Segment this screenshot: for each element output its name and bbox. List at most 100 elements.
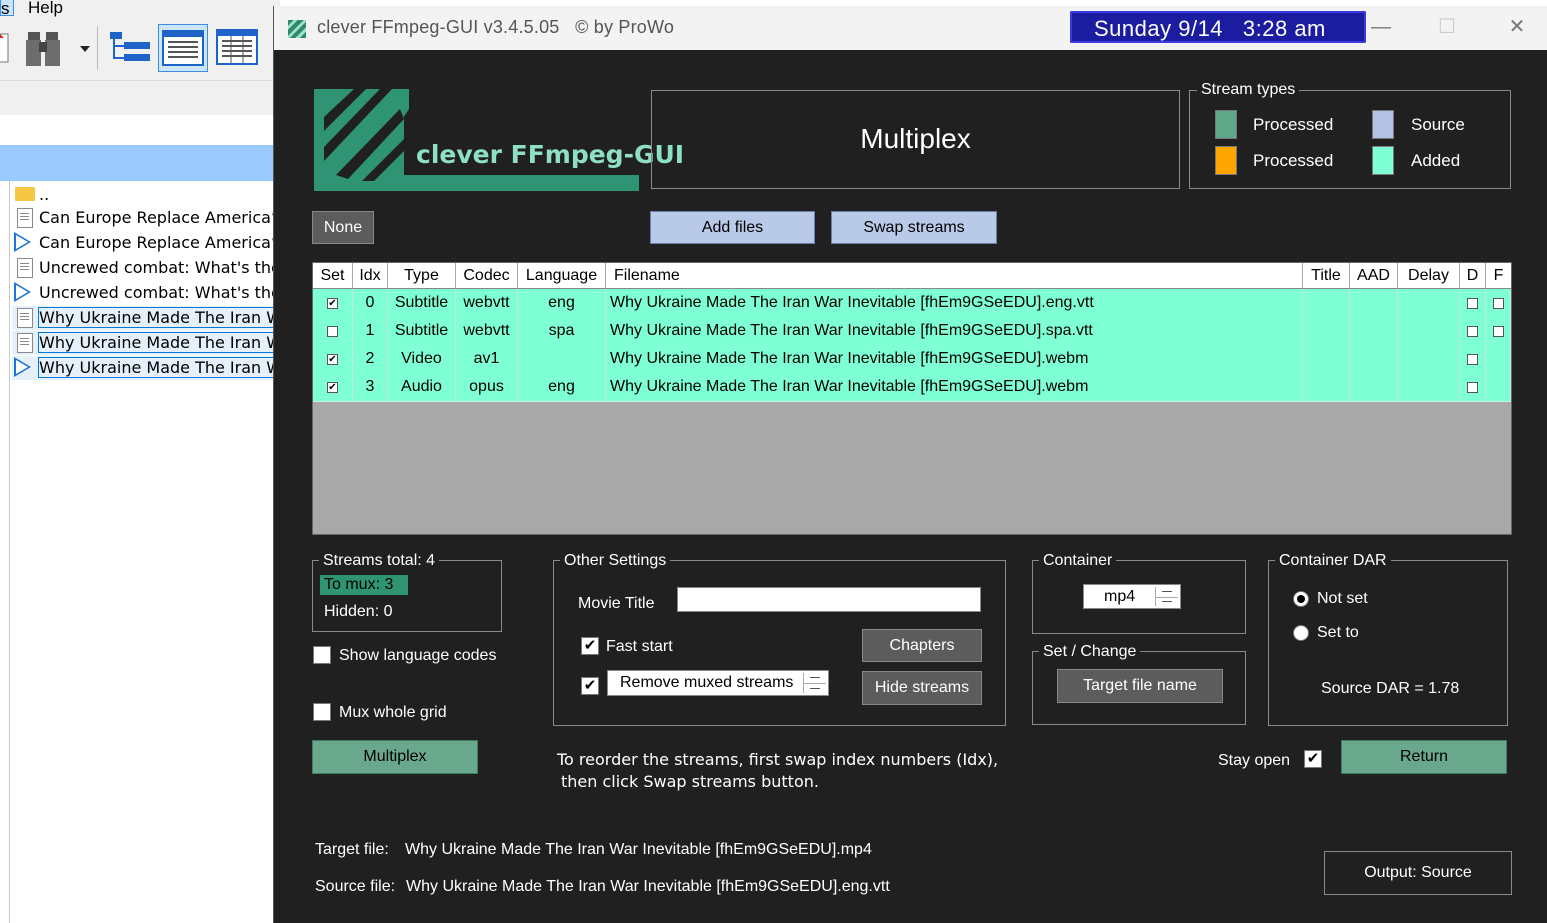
set-checkbox[interactable]: ✔ [327,298,338,309]
set-checkbox[interactable] [327,326,338,337]
table-cell-codec[interactable]: webvtt [456,317,518,345]
table-cell-idx[interactable]: 2 [353,345,388,373]
table-row[interactable]: 1 Subtitle webvtt spa Why Ukraine Made The I… [313,317,1511,346]
table-cell-delay[interactable] [1398,317,1460,345]
table-cell-filename[interactable]: Why Ukraine Made The Iran War Inevitable… [606,345,1303,373]
table-cell-f[interactable] [1486,373,1511,401]
file-item[interactable]: .. [12,183,280,207]
d-checkbox[interactable] [1467,326,1478,337]
remove-muxed-streams-select[interactable]: Remove muxed streams [607,670,829,696]
target-file-name-button[interactable]: Target file name [1057,669,1223,703]
stay-open-checkbox[interactable]: ✔ [1304,750,1322,768]
table-cell-f[interactable] [1486,317,1511,345]
return-button[interactable]: Return [1341,740,1507,774]
table-cell-codec[interactable]: av1 [456,345,518,373]
remove-muxed-checkbox[interactable]: ✔ [581,677,599,695]
table-cell-delay[interactable] [1398,345,1460,373]
table-cell-set[interactable]: ✔ [313,373,353,401]
table-cell-f[interactable] [1486,289,1511,317]
swap-streams-button[interactable]: Swap streams [831,211,997,244]
col-header[interactable]: Codec [456,263,518,288]
table-cell-type[interactable]: Subtitle [388,289,456,317]
table-cell-type[interactable]: Subtitle [388,317,456,345]
movie-title-input[interactable] [677,587,981,612]
table-cell-language[interactable]: spa [518,317,606,345]
table-cell-type[interactable]: Audio [388,373,456,401]
table-row[interactable]: ✔ 2 Video av1 Why Ukraine Made The Iran War … [313,345,1511,374]
table-cell-title[interactable] [1303,317,1350,345]
table-cell-idx[interactable]: 3 [353,373,388,401]
none-button[interactable]: None [312,211,374,244]
table-cell-codec[interactable]: webvtt [456,289,518,317]
hide-streams-button[interactable]: Hide streams [862,671,982,705]
table-cell-filename[interactable]: Why Ukraine Made The Iran War Inevitable… [606,317,1303,345]
table-cell-filename[interactable]: Why Ukraine Made The Iran War Inevitable… [606,289,1303,317]
table-cell-aad[interactable] [1350,345,1398,373]
minimize-button[interactable]: — [1366,14,1396,40]
d-checkbox[interactable] [1467,382,1478,393]
table-cell-language[interactable]: eng [518,373,606,401]
col-header[interactable]: Idx [353,263,388,288]
table-cell-delay[interactable] [1398,373,1460,401]
file-item-selected[interactable]: Why Ukraine Made The Iran W [12,306,280,330]
file-item-selected[interactable]: Why Ukraine Made The Iran W [12,356,280,380]
table-cell-delay[interactable] [1398,289,1460,317]
chapters-button[interactable]: Chapters [862,629,982,662]
fast-start-checkbox[interactable]: ✔ [581,637,599,655]
dar-not-set-radio[interactable] [1293,591,1309,607]
table-cell-d[interactable] [1460,317,1486,345]
col-header[interactable]: F [1486,263,1511,288]
d-checkbox[interactable] [1467,354,1478,365]
d-checkbox[interactable] [1467,298,1478,309]
table-cell-title[interactable] [1303,373,1350,401]
file-item[interactable]: Can Europe Replace America’s [12,231,280,255]
spinner-arrows-icon[interactable] [803,673,826,693]
details-view-icon[interactable] [158,24,208,72]
table-cell-set[interactable]: ✔ [313,345,353,373]
col-header[interactable]: AAD [1350,263,1398,288]
multiplex-button[interactable]: Multiplex [312,740,478,774]
set-checkbox[interactable]: ✔ [327,354,338,365]
col-header[interactable]: Filename [606,263,1303,288]
table-cell-filename[interactable]: Why Ukraine Made The Iran War Inevitable… [606,373,1303,401]
f-checkbox[interactable] [1493,326,1504,337]
table-cell-codec[interactable]: opus [456,373,518,401]
col-header[interactable]: Title [1303,263,1350,288]
output-source-button[interactable]: Output: Source [1324,851,1512,895]
set-checkbox[interactable]: ✔ [327,382,338,393]
container-select[interactable]: mp4 [1083,584,1181,609]
table-row[interactable]: ✔ 3 Audio opus eng Why Ukraine Made The Iran … [313,373,1511,402]
table-cell-f[interactable] [1486,345,1511,373]
table-row[interactable]: ✔ 0 Subtitle webvtt eng Why Ukraine Made The … [313,289,1511,318]
col-header[interactable]: Set [313,263,353,288]
close-button[interactable]: ✕ [1502,14,1532,40]
dropdown-arrow-icon[interactable] [80,46,90,52]
show-language-codes-checkbox[interactable] [313,646,331,664]
col-header[interactable]: D [1460,263,1486,288]
menu-item-help[interactable]: Help [28,0,63,18]
table-cell-aad[interactable] [1350,317,1398,345]
table-cell-idx[interactable]: 1 [353,317,388,345]
table-cell-language[interactable]: eng [518,289,606,317]
menu-item-s[interactable]: s [0,0,14,18]
file-item[interactable]: Uncrewed combat: What's the [12,281,280,305]
file-item[interactable]: Can Europe Replace America’s [12,206,280,230]
dar-set-to-radio[interactable] [1293,625,1309,641]
tree-view-icon[interactable] [106,24,154,70]
col-header[interactable]: Language [518,263,606,288]
table-cell-title[interactable] [1303,289,1350,317]
table-cell-title[interactable] [1303,345,1350,373]
title-bar[interactable]: clever FFmpeg-GUI v3.4.5.05 © by ProWo S… [274,6,1547,50]
table-cell-idx[interactable]: 0 [353,289,388,317]
col-header[interactable]: Delay [1398,263,1460,288]
table-cell-set[interactable] [313,317,353,345]
table-cell-d[interactable] [1460,345,1486,373]
col-header[interactable]: Type [388,263,456,288]
file-item-selected[interactable]: Why Ukraine Made The Iran W [12,331,280,355]
maximize-button[interactable]: ☐ [1432,14,1462,40]
list-view-icon[interactable] [213,24,261,70]
table-cell-language[interactable] [518,345,606,373]
table-cell-type[interactable]: Video [388,345,456,373]
table-cell-set[interactable]: ✔ [313,289,353,317]
table-cell-aad[interactable] [1350,373,1398,401]
